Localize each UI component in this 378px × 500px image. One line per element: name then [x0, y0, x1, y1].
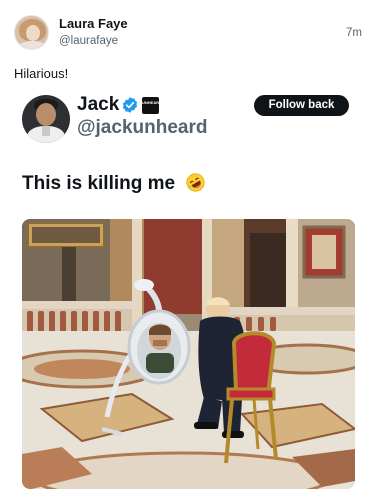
- post-photo[interactable]: [22, 219, 355, 489]
- avatar[interactable]: [14, 15, 49, 50]
- quoted-author-name[interactable]: Jack: [77, 94, 119, 116]
- author-name[interactable]: Laura Faye: [59, 16, 128, 31]
- follow-back-button[interactable]: Follow back: [254, 95, 349, 116]
- quoted-avatar[interactable]: [22, 95, 70, 143]
- tweet-header: Laura Faye @laurafaye 7m: [0, 0, 378, 60]
- post-text: Hilarious!: [14, 66, 69, 81]
- quoted-post-text: This is killing me: [22, 173, 176, 194]
- brand-badge: UNHEARD: [142, 97, 162, 114]
- post-timestamp[interactable]: 7m: [346, 27, 362, 39]
- rolling-on-floor-laughing-icon: [186, 173, 205, 192]
- author-handle[interactable]: @laurafaye: [59, 35, 118, 47]
- verified-badge-icon: [122, 97, 138, 113]
- quoted-post-screenshot[interactable]: Jack UNHEARD @jackunheard Follow back Th…: [9, 85, 369, 497]
- quoted-author-handle[interactable]: @jackunheard: [77, 117, 207, 139]
